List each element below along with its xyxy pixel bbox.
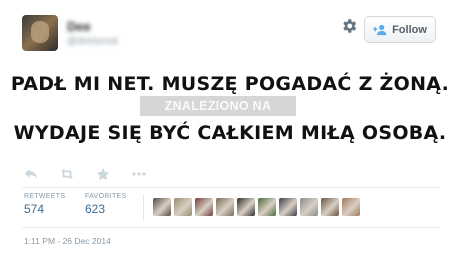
divider [22, 187, 440, 188]
favoriter-avatar[interactable] [216, 198, 234, 216]
tweet-timestamp[interactable]: 1:11 PM - 26 Dec 2014 [24, 236, 111, 246]
retweet-icon[interactable] [60, 168, 74, 180]
favorites-count: 623 [85, 202, 106, 216]
favoriter-avatars [153, 198, 360, 216]
retweets-label: RETWEETS [24, 193, 66, 200]
reply-icon[interactable] [24, 168, 38, 180]
follow-button[interactable]: Follow [364, 16, 436, 43]
favoriter-avatar[interactable] [258, 198, 276, 216]
tweet-actions [24, 168, 146, 180]
more-icon[interactable] [132, 168, 146, 180]
tweet-text-line-1: PADŁ MI NET. MUSZĘ POGADAĆ Z ŻONĄ. [10, 73, 450, 95]
favoriter-avatar[interactable] [195, 198, 213, 216]
user-handle[interactable]: @deeisreal [67, 36, 118, 47]
add-user-icon [373, 24, 387, 35]
retweets-count: 574 [24, 202, 45, 216]
favoriter-avatar[interactable] [321, 198, 339, 216]
favoriter-avatar[interactable] [153, 198, 171, 216]
retweets-stat[interactable]: RETWEETS 574 [24, 193, 65, 216]
favoriter-avatar[interactable] [279, 198, 297, 216]
stats-separator [143, 194, 144, 220]
watermark: ZNALEZIONO NA JEJA.PL [140, 96, 296, 133]
follow-label: Follow [392, 23, 427, 36]
divider [22, 227, 440, 228]
favorites-stat[interactable]: FAVORITES 623 [85, 193, 126, 216]
favoriter-avatar[interactable] [237, 198, 255, 216]
gear-icon[interactable] [340, 17, 358, 35]
favoriter-avatar[interactable] [300, 198, 318, 216]
tweet-text-line-2: WYDAJE SIĘ BYĆ CAŁKIEM MIŁĄ OSOBĄ. [13, 122, 447, 144]
favoriter-avatar[interactable] [342, 198, 360, 216]
favorites-label: FAVORITES [85, 193, 127, 200]
user-display-name[interactable]: Dee [67, 19, 91, 34]
avatar[interactable] [22, 15, 58, 51]
favoriter-avatar[interactable] [174, 198, 192, 216]
favorite-icon[interactable] [96, 168, 110, 180]
